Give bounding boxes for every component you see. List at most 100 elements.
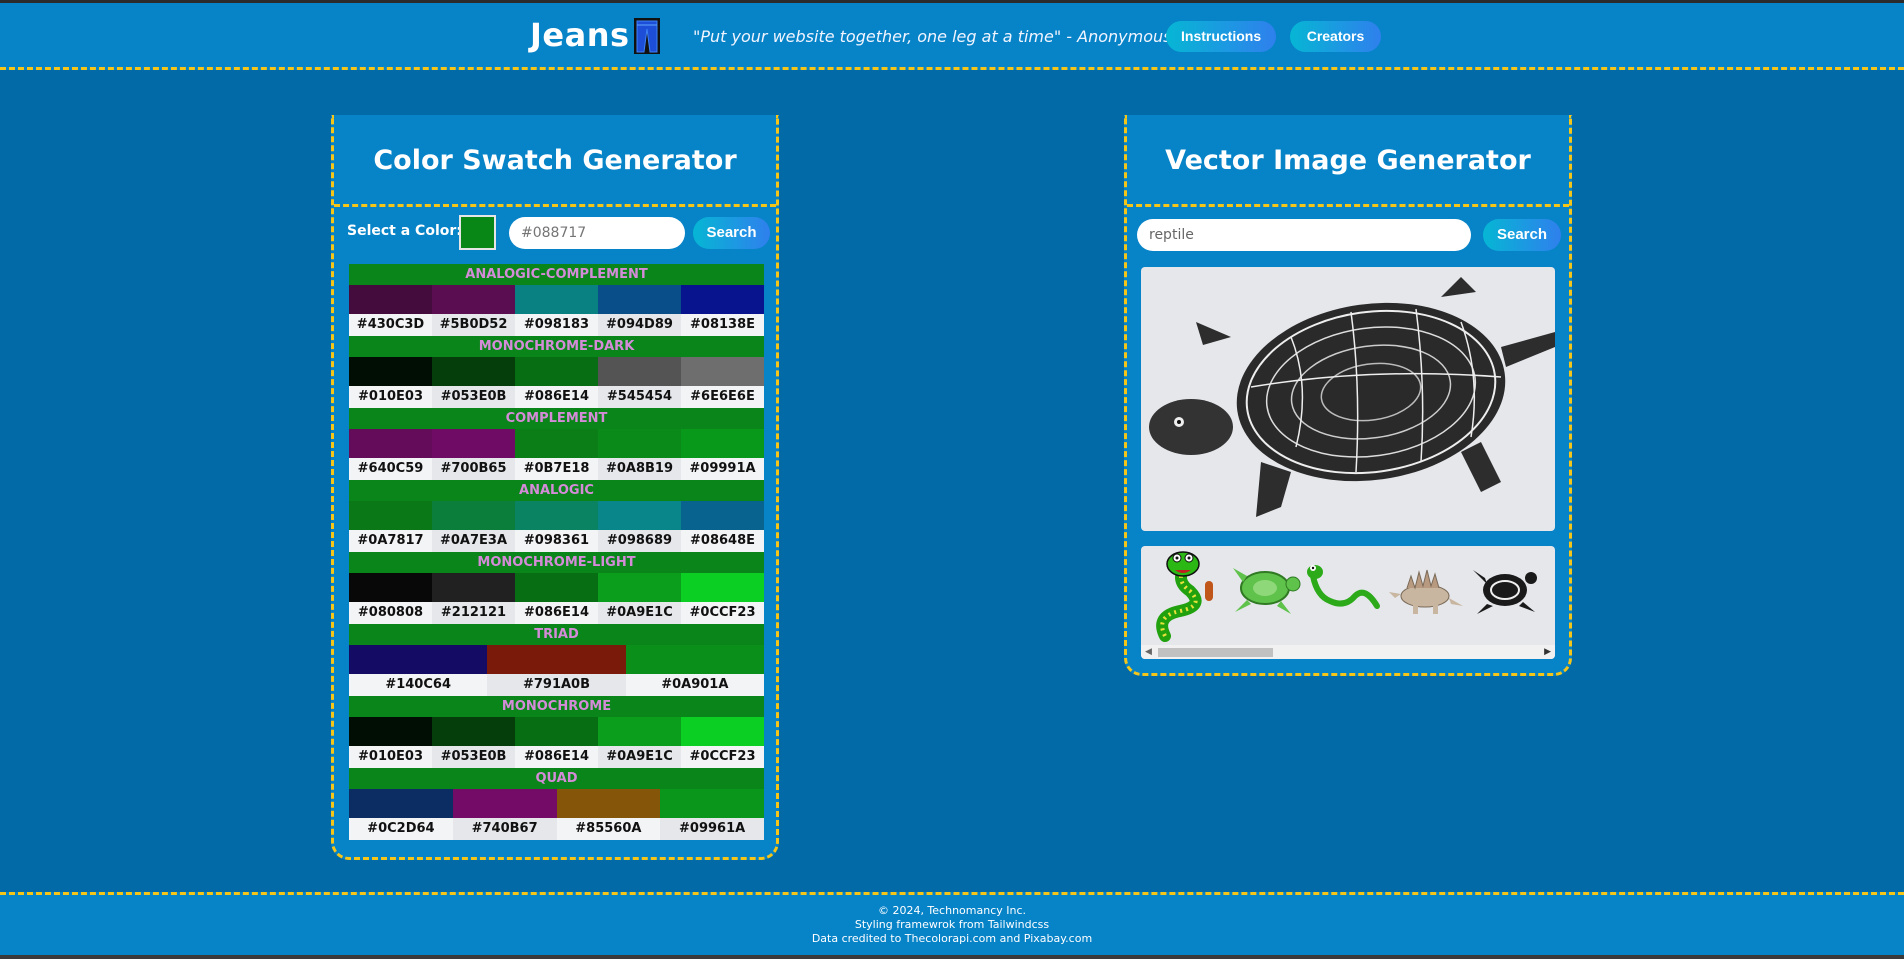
jeans-icon xyxy=(634,18,660,54)
swatch-hex-label: #0A9E1C xyxy=(598,746,681,768)
color-swatch[interactable]: #098361 xyxy=(515,501,598,552)
swatch-color-block xyxy=(515,501,598,530)
color-search-button[interactable]: Search xyxy=(693,217,770,249)
swatch-color-block xyxy=(681,717,764,746)
color-swatch[interactable]: #086E14 xyxy=(515,717,598,768)
stegosaurus-thumbnail[interactable] xyxy=(1385,546,1465,644)
color-swatch[interactable]: #545454 xyxy=(598,357,681,408)
scheme-block: MONOCHROME-DARK #010E03 #053E0B #086E14 #545… xyxy=(349,336,764,408)
color-swatch[interactable]: #5B0D52 xyxy=(432,285,515,336)
swatch-color-block xyxy=(515,285,598,314)
data-credit: Data credited to Thecolorapi.com and Pix… xyxy=(811,932,1093,945)
swatch-hex-label: #086E14 xyxy=(515,386,598,408)
color-swatch[interactable]: #086E14 xyxy=(515,357,598,408)
swatch-color-block xyxy=(598,573,681,602)
color-swatch[interactable]: #700B65 xyxy=(432,429,515,480)
color-swatch[interactable]: #0A7817 xyxy=(349,501,432,552)
swatch-color-block xyxy=(432,357,515,386)
color-swatch[interactable]: #010E03 xyxy=(349,717,432,768)
color-swatch[interactable]: #08648E xyxy=(681,501,764,552)
color-swatch[interactable]: #640C59 xyxy=(349,429,432,480)
color-swatch[interactable]: #0CCF23 xyxy=(681,717,764,768)
turtle-image xyxy=(1141,267,1555,531)
vector-search-button[interactable]: Search xyxy=(1483,219,1561,251)
scheme-row: #010E03 #053E0B #086E14 #545454 #6E6E6E xyxy=(349,357,764,408)
color-swatch[interactable]: #053E0B xyxy=(432,357,515,408)
swatch-hex-label: #08138E xyxy=(681,314,764,336)
swatch-hex-label: #08648E xyxy=(681,530,764,552)
scheme-block: QUAD #0C2D64 #740B67 #85560A #09961A xyxy=(349,768,764,840)
vector-controls: Search xyxy=(1127,215,1569,255)
swatch-hex-label: #545454 xyxy=(598,386,681,408)
color-picker[interactable] xyxy=(459,215,496,250)
color-swatch[interactable]: #080808 xyxy=(349,573,432,624)
swatch-color-block xyxy=(598,357,681,386)
color-controls: Select a Color: Search xyxy=(334,215,776,255)
color-swatch[interactable]: #094D89 xyxy=(598,285,681,336)
scheme-title: MONOCHROME-DARK xyxy=(349,336,764,357)
tribal-turtle-thumbnail[interactable] xyxy=(1465,546,1545,644)
swatch-hex-label: #09991A xyxy=(681,458,764,480)
scheme-title: QUAD xyxy=(349,768,764,789)
color-swatch[interactable]: #09991A xyxy=(681,429,764,480)
swatch-hex-label: #140C64 xyxy=(349,674,488,696)
creators-button[interactable]: Creators xyxy=(1290,21,1381,52)
thumbnail-strip[interactable]: ◀ ▶ xyxy=(1141,546,1555,659)
color-hex-input[interactable] xyxy=(509,217,685,249)
color-swatch[interactable]: #6E6E6E xyxy=(681,357,764,408)
color-swatch[interactable]: #430C3D xyxy=(349,285,432,336)
swatch-hex-label: #85560A xyxy=(556,818,661,840)
color-swatch[interactable]: #85560A xyxy=(556,789,661,840)
color-swatch[interactable]: #791A0B xyxy=(487,645,626,696)
color-swatch[interactable]: #053E0B xyxy=(432,717,515,768)
color-swatch[interactable]: #098689 xyxy=(598,501,681,552)
color-swatch[interactable]: #740B67 xyxy=(452,789,557,840)
scheme-title: COMPLEMENT xyxy=(349,408,764,429)
swatch-color-block xyxy=(452,789,557,818)
scheme-title: ANALOGIC xyxy=(349,480,764,501)
swatch-hex-label: #010E03 xyxy=(349,386,432,408)
scheme-block: TRIAD #140C64 #791A0B #0A901A xyxy=(349,624,764,696)
color-swatch[interactable]: #0A8B19 xyxy=(598,429,681,480)
sea-turtle-thumbnail[interactable] xyxy=(1225,546,1305,644)
instructions-button[interactable]: Instructions xyxy=(1166,21,1276,52)
swatch-hex-label: #053E0B xyxy=(432,746,515,768)
color-swatch[interactable]: #09961A xyxy=(660,789,764,840)
swatch-color-block xyxy=(349,645,488,674)
header-quote: "Put your website together, one leg at a… xyxy=(693,27,1172,46)
color-swatch[interactable]: #212121 xyxy=(432,573,515,624)
green-snake-thumbnail[interactable] xyxy=(1305,546,1385,644)
swatch-hex-label: #0CCF23 xyxy=(681,746,764,768)
vector-search-input[interactable] xyxy=(1137,219,1471,251)
color-swatch[interactable]: #086E14 xyxy=(515,573,598,624)
swatch-color-block xyxy=(349,717,432,746)
color-swatch[interactable]: #0A7E3A xyxy=(432,501,515,552)
color-swatch[interactable]: #0A901A xyxy=(625,645,764,696)
scheme-title: ANALOGIC-COMPLEMENT xyxy=(349,264,764,285)
scheme-title: MONOCHROME-LIGHT xyxy=(349,552,764,573)
color-swatch[interactable]: #08138E xyxy=(681,285,764,336)
color-swatch[interactable]: #0C2D64 xyxy=(349,789,453,840)
color-swatch[interactable]: #0CCF23 xyxy=(681,573,764,624)
thumbnail-scrollbar[interactable]: ◀ ▶ xyxy=(1141,645,1555,659)
color-swatch[interactable]: #0A9E1C xyxy=(598,717,681,768)
swatch-color-block xyxy=(681,429,764,458)
swatch-color-block xyxy=(432,429,515,458)
snake-cartoon-thumbnail[interactable] xyxy=(1145,546,1225,644)
color-swatch[interactable]: #140C64 xyxy=(349,645,488,696)
color-swatch[interactable]: #0B7E18 xyxy=(515,429,598,480)
scroll-right-icon[interactable]: ▶ xyxy=(1544,647,1551,657)
scroll-left-icon[interactable]: ◀ xyxy=(1145,647,1152,657)
color-swatch[interactable]: #098183 xyxy=(515,285,598,336)
swatch-hex-label: #0C2D64 xyxy=(349,818,453,840)
color-swatch[interactable]: #0A9E1C xyxy=(598,573,681,624)
swatch-hex-label: #430C3D xyxy=(349,314,432,336)
color-swatch[interactable]: #010E03 xyxy=(349,357,432,408)
swatch-color-block xyxy=(598,285,681,314)
swatch-hex-label: #09961A xyxy=(660,818,764,840)
bottom-border xyxy=(0,955,1904,959)
swatch-hex-label: #094D89 xyxy=(598,314,681,336)
swatch-hex-label: #053E0B xyxy=(432,386,515,408)
swatch-color-block xyxy=(349,285,432,314)
scrollbar-thumb[interactable] xyxy=(1158,648,1273,657)
